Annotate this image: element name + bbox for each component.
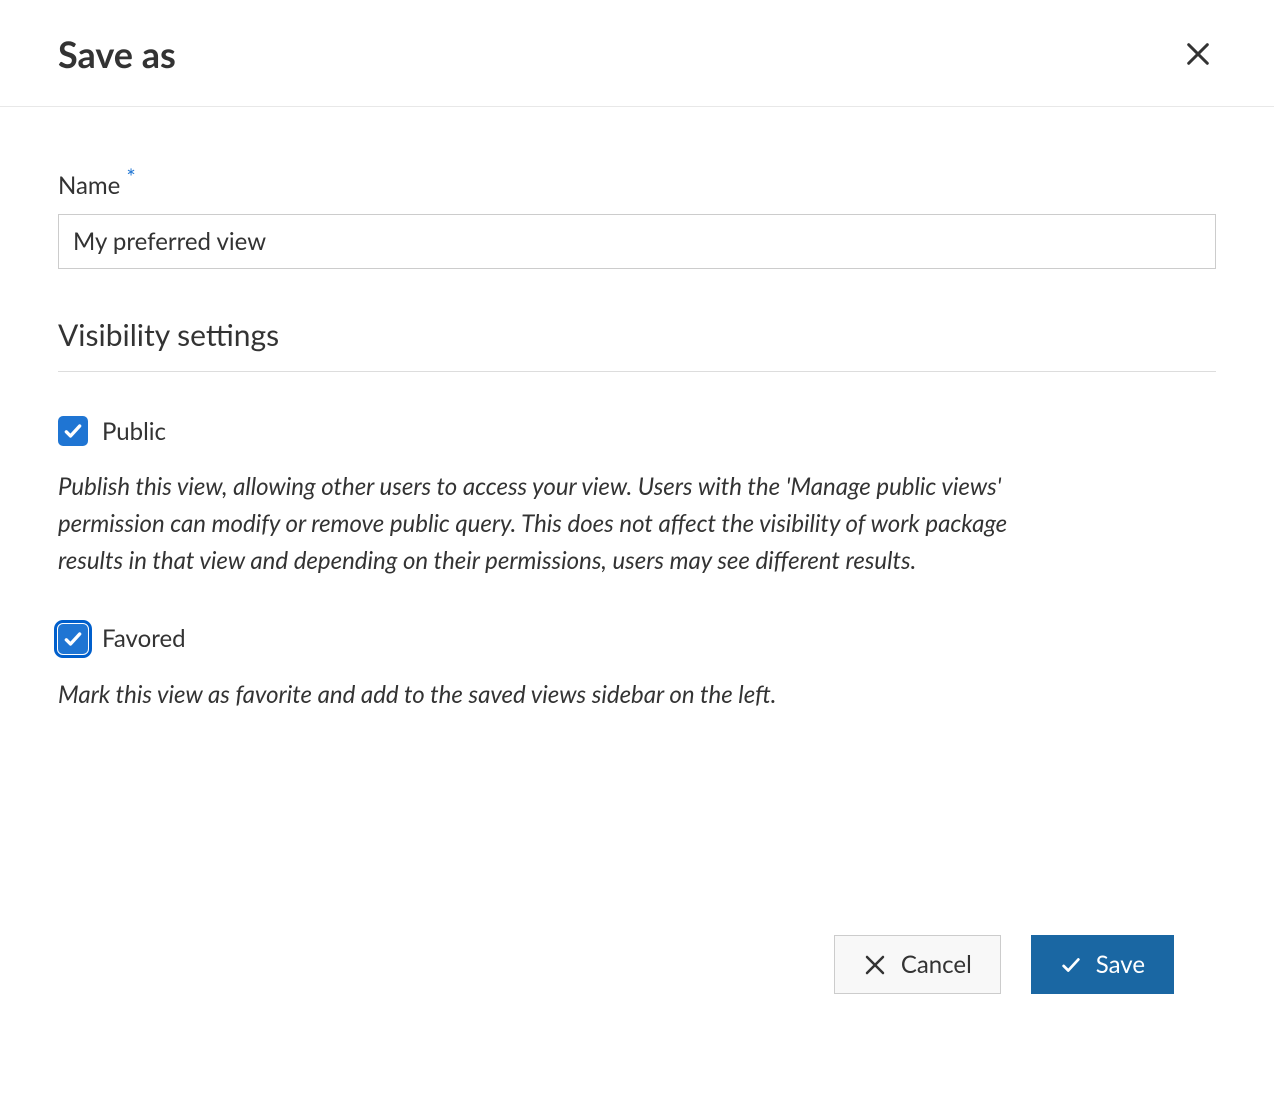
public-description: Publish this view, allowing other users … [58,468,1018,580]
visibility-section-title: Visibility settings [58,317,1216,372]
check-icon [63,421,83,441]
close-icon [1184,40,1212,68]
close-icon [863,953,887,977]
public-checkbox[interactable] [58,416,88,446]
public-checkbox-row: Public [58,416,1216,446]
favored-checkbox-row: Favored [58,624,1216,654]
close-button[interactable] [1180,36,1216,72]
dialog-title: Save as [58,32,176,76]
dialog-body: Name* Visibility settings Public Publish… [0,107,1274,777]
name-label-text: Name [58,171,120,200]
favored-checkbox[interactable] [58,624,88,654]
dialog-header: Save as [0,0,1274,107]
dialog-footer: Cancel Save [834,935,1174,994]
name-input[interactable] [58,214,1216,269]
cancel-button[interactable]: Cancel [834,935,1001,994]
required-mark: * [126,163,135,190]
public-checkbox-label: Public [102,417,166,446]
check-icon [63,629,83,649]
favored-description: Mark this view as favorite and add to th… [58,676,1018,713]
name-label: Name* [58,171,1216,200]
save-button-label: Save [1096,950,1145,979]
name-field-group: Name* [58,171,1216,269]
save-button[interactable]: Save [1031,935,1174,994]
check-icon [1060,954,1082,976]
favored-checkbox-label: Favored [102,624,186,653]
cancel-button-label: Cancel [901,950,972,979]
